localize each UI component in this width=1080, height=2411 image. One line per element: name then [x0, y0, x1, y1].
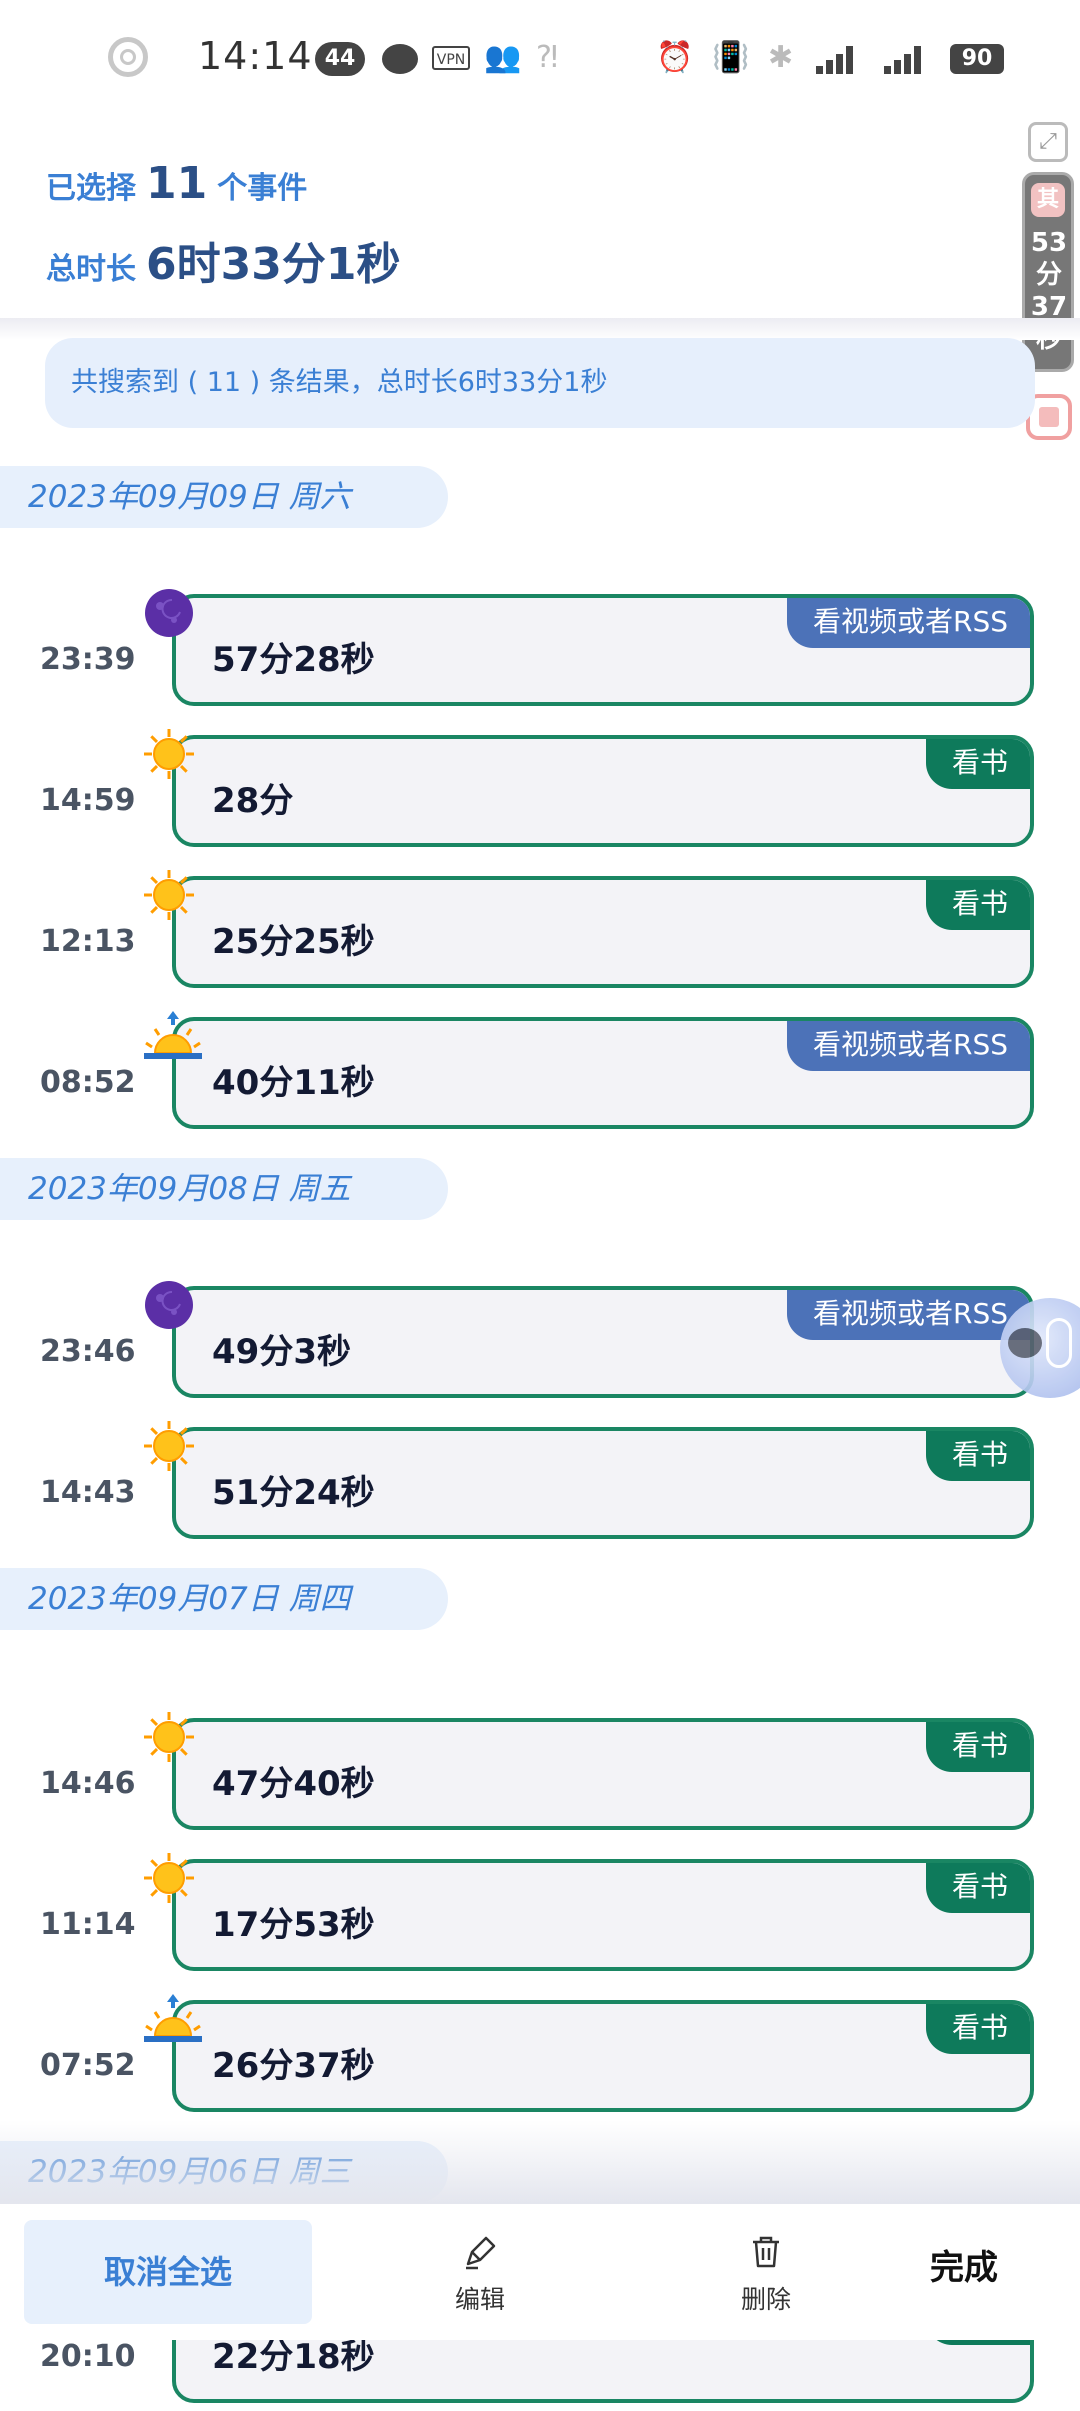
- event-time: 07:52: [40, 2048, 136, 2083]
- event-time: 23:39: [40, 642, 136, 677]
- event-row[interactable]: 23:46 49分3秒 看视频或者RSS: [0, 1281, 1080, 1406]
- total-duration-row: 总时长 6时33分1秒: [46, 228, 400, 292]
- event-card[interactable]: 28分 看书: [172, 735, 1034, 847]
- moon-icon: [142, 1278, 196, 1332]
- event-category-tag: 看书: [925, 1722, 1030, 1772]
- event-time: 14:59: [40, 783, 136, 818]
- sun-icon: [142, 1851, 196, 1905]
- bluetooth-icon: ✱: [768, 40, 794, 75]
- no-signal-icon: ⁈: [536, 40, 558, 75]
- event-duration: 17分53秒: [212, 1905, 375, 1945]
- selected-count: 11: [146, 158, 208, 209]
- edit-button[interactable]: 编辑: [420, 2230, 540, 2316]
- event-duration: 47分40秒: [212, 1764, 375, 1804]
- status-bar: 14:14 44 VPN 👥 ⁈ ⏰ 📳 ✱ 90: [0, 0, 1080, 120]
- floating-timer[interactable]: 其 53 分 37 秒: [1022, 172, 1074, 372]
- timer-category-tag: 其: [1031, 183, 1065, 217]
- sun-icon: [142, 727, 196, 781]
- day-header: 2023年09月07日 周四: [0, 1568, 448, 1630]
- event-row[interactable]: 23:39 57分28秒 看视频或者RSS: [0, 589, 1080, 714]
- event-row[interactable]: 07:52 26分37秒 看书: [0, 1994, 1080, 2120]
- pen-icon: [466, 2236, 496, 2270]
- delete-button[interactable]: 删除: [706, 2230, 826, 2316]
- trash-icon: [753, 2236, 779, 2268]
- event-row[interactable]: 08:52 40分11秒 看视频或者RSS: [0, 1011, 1080, 1137]
- event-category-tag: 看书: [925, 739, 1030, 789]
- event-row[interactable]: 14:43 51分24秒 看书: [0, 1421, 1080, 1547]
- event-duration: 40分11秒: [212, 1063, 375, 1103]
- alarm-icon: ⏰: [656, 40, 694, 75]
- event-card[interactable]: 51分24秒 看书: [172, 1427, 1034, 1539]
- event-time: 14:43: [40, 1475, 136, 1510]
- vibrate-icon: 📳: [712, 40, 750, 75]
- battery-icon: 90: [950, 44, 1004, 74]
- event-duration: 49分3秒: [212, 1332, 351, 1372]
- event-duration: 28分: [212, 781, 294, 821]
- chat-icon: [382, 44, 418, 74]
- event-duration: 26分37秒: [212, 2046, 375, 2086]
- event-card[interactable]: 47分40秒 看书: [172, 1718, 1034, 1830]
- event-duration: 25分25秒: [212, 922, 375, 962]
- event-time: 12:13: [40, 924, 136, 959]
- selected-suffix: 个事件: [217, 171, 308, 206]
- selection-header: 已选择 11 个事件 总时长 6时33分1秒: [0, 120, 1080, 320]
- event-category-tag: 看书: [925, 880, 1030, 930]
- event-row[interactable]: 14:46 47分40秒 看书: [0, 1712, 1080, 1838]
- sun-icon: [142, 1710, 196, 1764]
- event-card[interactable]: 17分53秒 看书: [172, 1859, 1034, 1971]
- event-row[interactable]: 14:59 28分 看书: [0, 729, 1080, 855]
- sunrise-icon: [142, 1992, 202, 2046]
- done-button[interactable]: 完成: [930, 2240, 998, 2289]
- scroll-shadow: [0, 318, 1080, 340]
- event-time: 11:14: [40, 1907, 136, 1942]
- search-summary-banner: 共搜索到 ( 11 ) 条结果，总时长6时33分1秒: [45, 338, 1035, 428]
- event-duration: 57分28秒: [212, 640, 375, 680]
- event-card[interactable]: 49分3秒 看视频或者RSS: [172, 1286, 1034, 1398]
- day-header: 2023年09月08日 周五: [0, 1158, 448, 1220]
- selected-count-row: 已选择 11 个事件: [46, 158, 307, 209]
- timer-minutes: 53: [1030, 228, 1068, 258]
- selected-prefix: 已选择: [46, 171, 136, 206]
- expand-icon[interactable]: ⤢: [1028, 122, 1068, 162]
- sun-icon: [142, 868, 196, 922]
- event-row[interactable]: 11:14 17分53秒 看书: [0, 1853, 1080, 1979]
- notification-count-badge: 44: [315, 42, 365, 76]
- edit-label: 编辑: [454, 2285, 505, 2314]
- event-category-tag: 看书: [925, 2004, 1030, 2054]
- contacts-icon: 👥: [484, 40, 522, 75]
- event-category-tag: 看视频或者RSS: [786, 1290, 1030, 1340]
- delete-label: 删除: [740, 2285, 791, 2314]
- total-label: 总时长: [46, 252, 136, 287]
- event-time: 08:52: [40, 1065, 136, 1100]
- signal-icon: [816, 42, 862, 74]
- vpn-icon: VPN: [432, 46, 470, 70]
- event-category-tag: 看视频或者RSS: [786, 1021, 1030, 1071]
- bottom-fade: [0, 2120, 1080, 2204]
- event-duration: 51分24秒: [212, 1473, 375, 1513]
- moon-icon: [142, 586, 196, 640]
- event-category-tag: 看书: [925, 1863, 1030, 1913]
- event-time: 23:46: [40, 1334, 136, 1369]
- event-category-tag: 看书: [925, 1431, 1030, 1481]
- event-time: 20:10: [40, 2339, 136, 2374]
- sun-icon: [142, 1419, 196, 1473]
- bottom-action-bar: 取消全选 编辑 删除 完成: [0, 2204, 1080, 2340]
- day-header: 2023年09月09日 周六: [0, 466, 448, 528]
- record-icon: [108, 37, 148, 77]
- event-row[interactable]: 12:13 25分25秒 看书: [0, 870, 1080, 996]
- event-card[interactable]: 40分11秒 看视频或者RSS: [172, 1017, 1034, 1129]
- event-card[interactable]: 25分25秒 看书: [172, 876, 1034, 988]
- timer-minutes-unit: 分: [1035, 260, 1062, 290]
- event-card[interactable]: 26分37秒 看书: [172, 2000, 1034, 2112]
- total-duration: 6时33分1秒: [146, 239, 401, 290]
- sunrise-icon: [142, 1009, 202, 1063]
- status-time: 14:14: [198, 34, 313, 78]
- event-card[interactable]: 57分28秒 看视频或者RSS: [172, 594, 1034, 706]
- deselect-all-button[interactable]: 取消全选: [24, 2220, 312, 2324]
- event-category-tag: 看视频或者RSS: [786, 598, 1030, 648]
- signal-4g-icon: [884, 42, 930, 74]
- event-time: 14:46: [40, 1766, 136, 1801]
